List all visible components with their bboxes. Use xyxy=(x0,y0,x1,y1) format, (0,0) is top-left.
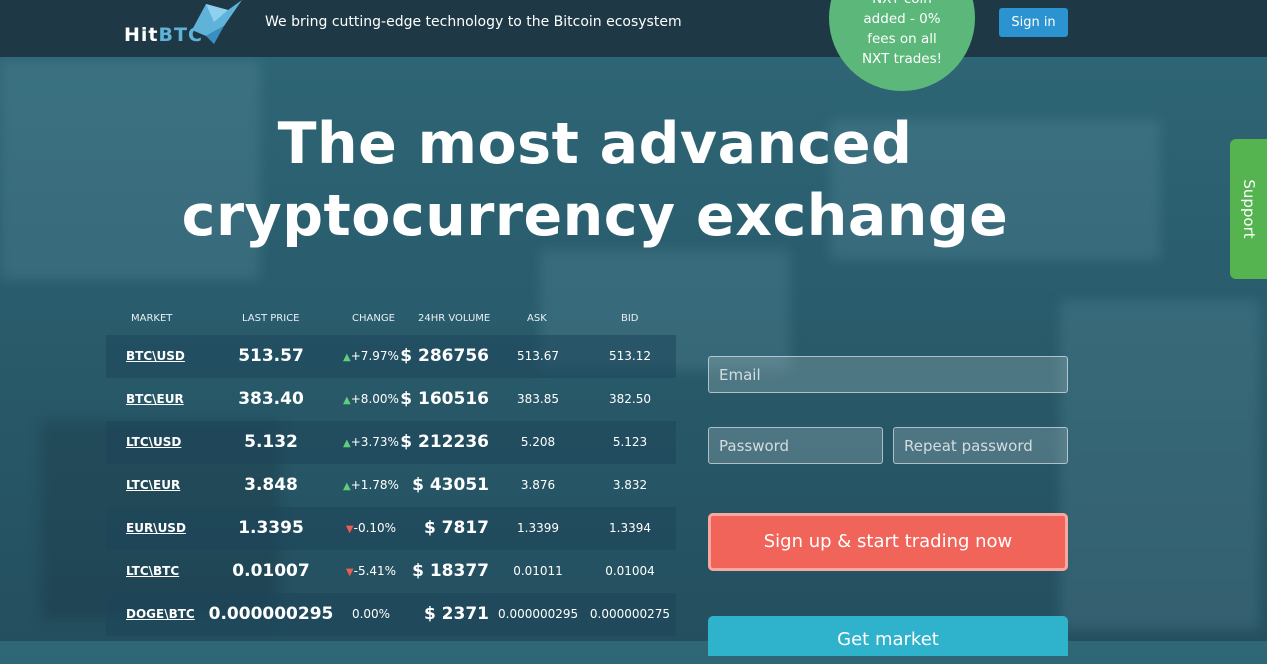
change-value: +1.78% xyxy=(350,478,399,492)
bid: 3.832 xyxy=(612,478,648,492)
password-field[interactable] xyxy=(708,427,883,464)
col-market: MARKET xyxy=(131,313,173,324)
change-cell: ▲+3.73% xyxy=(341,421,401,465)
tagline: We bring cutting-edge technology to the … xyxy=(265,14,682,30)
table-row[interactable]: BTC\EUR 383.40 ▲+8.00% $ 160516 383.85 382.50 xyxy=(106,378,676,421)
table-row[interactable]: DOGE\BTC 0.000000295 0.00% $ 2371 0.00000029… xyxy=(106,593,676,636)
change-value: +8.00% xyxy=(350,392,399,406)
logo-text-hit: Hit xyxy=(124,24,159,46)
col-change: CHANGE xyxy=(352,313,395,324)
change-value: -0.10% xyxy=(353,521,397,535)
table-row[interactable]: LTC\BTC 0.01007 ▼-5.41% $ 18377 0.01011 0.010… xyxy=(106,550,676,593)
table-row[interactable]: LTC\USD 5.132 ▲+3.73% $ 212236 5.208 5.123 xyxy=(106,421,676,464)
volume: $ 212236 xyxy=(400,432,489,452)
market-table-header: MARKET LAST PRICE CHANGE 24HR VOLUME ASK… xyxy=(106,307,676,335)
last-price: 513.57 xyxy=(238,346,304,366)
ask: 0.01011 xyxy=(513,564,563,578)
arrow-up-icon: ▲ xyxy=(343,352,351,363)
change-value: 0.00% xyxy=(351,607,391,621)
support-tab[interactable]: Support xyxy=(1230,139,1267,279)
market-link[interactable]: EUR\USD xyxy=(126,507,186,550)
change-value: +3.73% xyxy=(350,435,399,449)
change-cell: ▲+8.00% xyxy=(341,378,401,422)
volume: $ 18377 xyxy=(412,561,489,581)
sign-in-button[interactable]: Sign in xyxy=(999,8,1068,37)
market-link[interactable]: LTC\USD xyxy=(126,421,181,464)
signup-button[interactable]: Sign up & start trading now xyxy=(708,513,1068,571)
repeat-password-field[interactable] xyxy=(893,427,1068,464)
change-value: +7.97% xyxy=(350,349,399,363)
change-value: -5.41% xyxy=(353,564,397,578)
last-price: 5.132 xyxy=(244,432,298,452)
bid: 513.12 xyxy=(609,349,651,363)
market-link[interactable]: DOGE\BTC xyxy=(126,593,195,636)
top-bar: HitBTC We bring cutting-edge technology … xyxy=(0,0,1267,91)
ask: 383.85 xyxy=(517,392,559,406)
email-field[interactable] xyxy=(708,356,1068,393)
table-row[interactable]: EUR\USD 1.3395 ▼-0.10% $ 7817 1.3399 1.3394 xyxy=(106,507,676,550)
volume: $ 286756 xyxy=(400,346,489,366)
bid: 382.50 xyxy=(609,392,651,406)
volume: $ 7817 xyxy=(423,518,489,538)
secondary-button[interactable]: Get market xyxy=(708,616,1068,656)
bid: 1.3394 xyxy=(609,521,651,535)
arrow-up-icon: ▲ xyxy=(343,481,351,492)
ask: 3.876 xyxy=(520,478,556,492)
arrow-up-icon: ▲ xyxy=(343,395,351,406)
arrow-down-icon: ▼ xyxy=(345,567,354,578)
bid: 0.01004 xyxy=(605,564,655,578)
col-bid: BID xyxy=(621,313,639,324)
arrow-up-icon: ▲ xyxy=(343,438,351,449)
bid: 0.000000275 xyxy=(589,607,671,621)
market-rows: BTC\USD 513.57 ▲+7.97% $ 286756 513.67 513.12… xyxy=(106,335,676,636)
change-cell: ▲+1.78% xyxy=(341,464,401,508)
hero-line-1: The most advanced xyxy=(277,111,913,177)
volume: $ 160516 xyxy=(400,389,489,409)
promo-text: NXT coin added - 0% fees on all NXT trad… xyxy=(861,0,943,67)
table-row[interactable]: LTC\EUR 3.848 ▲+1.78% $ 43051 3.876 3.832 xyxy=(106,464,676,507)
market-link[interactable]: BTC\EUR xyxy=(126,378,184,421)
ask: 5.208 xyxy=(520,435,556,449)
col-volume: 24HR VOLUME xyxy=(418,313,491,324)
market-link[interactable]: LTC\EUR xyxy=(126,464,180,507)
last-price: 0.000000295 xyxy=(208,604,334,624)
change-cell: ▼-0.10% xyxy=(341,507,401,551)
last-price: 0.01007 xyxy=(232,561,310,581)
change-cell: ▲+7.97% xyxy=(341,335,401,379)
ask: 1.3399 xyxy=(517,521,559,535)
change-cell: 0.00% xyxy=(341,593,401,636)
bid: 5.123 xyxy=(612,435,648,449)
col-ask: ASK xyxy=(527,313,547,324)
last-price: 383.40 xyxy=(238,389,304,409)
last-price: 3.848 xyxy=(244,475,298,495)
market-link[interactable]: BTC\USD xyxy=(126,335,185,378)
hero-heading: The most advanced cryptocurrency exchang… xyxy=(0,108,1190,252)
volume: $ 2371 xyxy=(423,604,489,624)
arrow-down-icon: ▼ xyxy=(345,524,354,535)
ask: 0.000000295 xyxy=(498,607,579,621)
market-link[interactable]: LTC\BTC xyxy=(126,550,179,593)
market-table: MARKET LAST PRICE CHANGE 24HR VOLUME ASK… xyxy=(106,307,676,636)
volume: $ 43051 xyxy=(412,475,489,495)
logo[interactable]: HitBTC xyxy=(124,0,244,50)
bird-logo-icon xyxy=(192,0,242,44)
change-cell: ▼-5.41% xyxy=(341,550,401,594)
support-label: Support xyxy=(1239,179,1258,239)
hero-line-2: cryptocurrency exchange xyxy=(181,183,1009,249)
col-last-price: LAST PRICE xyxy=(242,313,300,324)
table-row[interactable]: BTC\USD 513.57 ▲+7.97% $ 286756 513.67 513.12 xyxy=(106,335,676,378)
ask: 513.67 xyxy=(517,349,559,363)
last-price: 1.3395 xyxy=(238,518,304,538)
